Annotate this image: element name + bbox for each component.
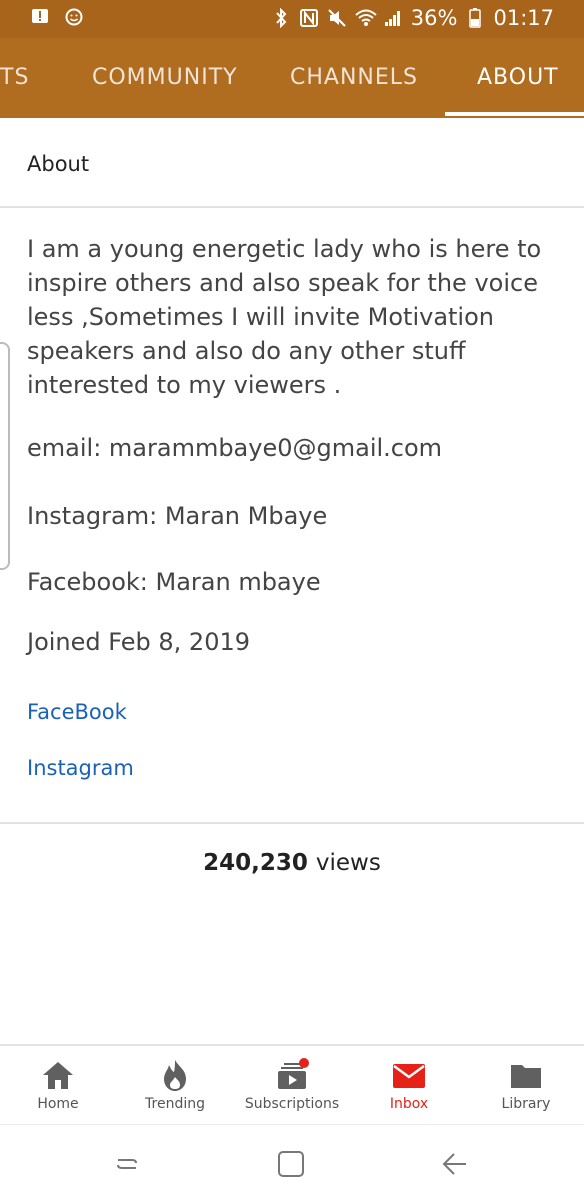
flame-icon <box>164 1060 186 1091</box>
nfc-icon <box>299 8 319 28</box>
channel-description: I am a young energetic lady who is here … <box>27 232 557 402</box>
battery-percent: 36% <box>410 6 458 30</box>
mute-icon <box>327 8 347 28</box>
instagram-link[interactable]: Instagram <box>27 756 134 780</box>
nav-library-label: Library <box>501 1096 551 1112</box>
divider <box>0 822 584 824</box>
back-icon[interactable] <box>440 1149 470 1179</box>
clock: 01:17 <box>493 6 554 30</box>
mail-icon <box>393 1064 425 1088</box>
nav-trending[interactable]: Trending <box>125 1046 225 1126</box>
edge-panel-handle[interactable] <box>0 342 10 570</box>
smiley-icon <box>64 8 84 28</box>
folder-icon <box>511 1065 541 1088</box>
nav-library[interactable]: Library <box>476 1046 576 1126</box>
tab-channels[interactable]: CHANNELS <box>290 38 418 118</box>
home-button-icon[interactable] <box>276 1149 306 1179</box>
tab-about[interactable]: ABOUT <box>477 38 559 118</box>
description-line: interested to my viewers . <box>27 371 342 399</box>
nav-subscriptions-label: Subscriptions <box>244 1096 340 1112</box>
facebook-line: Facebook: Maran mbaye <box>27 568 321 596</box>
battery-icon <box>465 8 485 28</box>
description-line: I am a young energetic lady who is here … <box>27 235 542 263</box>
nav-trending-label: Trending <box>145 1096 205 1112</box>
description-line: speakers and also do any other stuff <box>27 337 466 365</box>
home-icon <box>43 1062 73 1089</box>
bluetooth-icon <box>271 7 291 29</box>
active-tab-indicator <box>445 112 584 116</box>
instagram-line: Instagram: Maran Mbaye <box>27 502 328 530</box>
alert-icon <box>30 8 50 28</box>
description-line: less ,Sometimes I will invite Motivation <box>27 303 494 331</box>
signal-icon <box>383 8 403 28</box>
view-count-number: 240,230 <box>203 850 308 876</box>
nav-inbox-label: Inbox <box>389 1096 429 1112</box>
view-count-label: views <box>315 850 381 876</box>
recent-apps-icon[interactable] <box>112 1149 142 1179</box>
nav-inbox[interactable]: Inbox <box>359 1046 459 1126</box>
joined-date: Joined Feb 8, 2019 <box>27 628 250 656</box>
nav-subscriptions[interactable]: Subscriptions <box>242 1046 342 1126</box>
system-navigation-bar <box>0 1124 584 1200</box>
divider <box>0 206 584 208</box>
nav-home-label: Home <box>37 1096 79 1112</box>
wifi-icon <box>355 8 377 28</box>
view-count: 240,230 views <box>0 850 584 876</box>
status-bar: 36% 01:17 <box>0 0 584 38</box>
description-line: inspire others and also speak for the vo… <box>27 269 538 297</box>
facebook-link[interactable]: FaceBook <box>27 700 127 724</box>
channel-tabs: TS COMMUNITY CHANNELS ABOUT <box>0 38 584 118</box>
subscriptions-icon <box>278 1058 309 1089</box>
about-heading: About <box>27 152 90 176</box>
tab-posts[interactable]: TS <box>0 38 29 118</box>
tab-community[interactable]: COMMUNITY <box>92 38 238 118</box>
email-line: email: marammbaye0@gmail.com <box>27 434 443 462</box>
nav-home[interactable]: Home <box>8 1046 108 1126</box>
bottom-navigation: Home Trending Subscriptions Inbox Librar… <box>0 1044 584 1124</box>
